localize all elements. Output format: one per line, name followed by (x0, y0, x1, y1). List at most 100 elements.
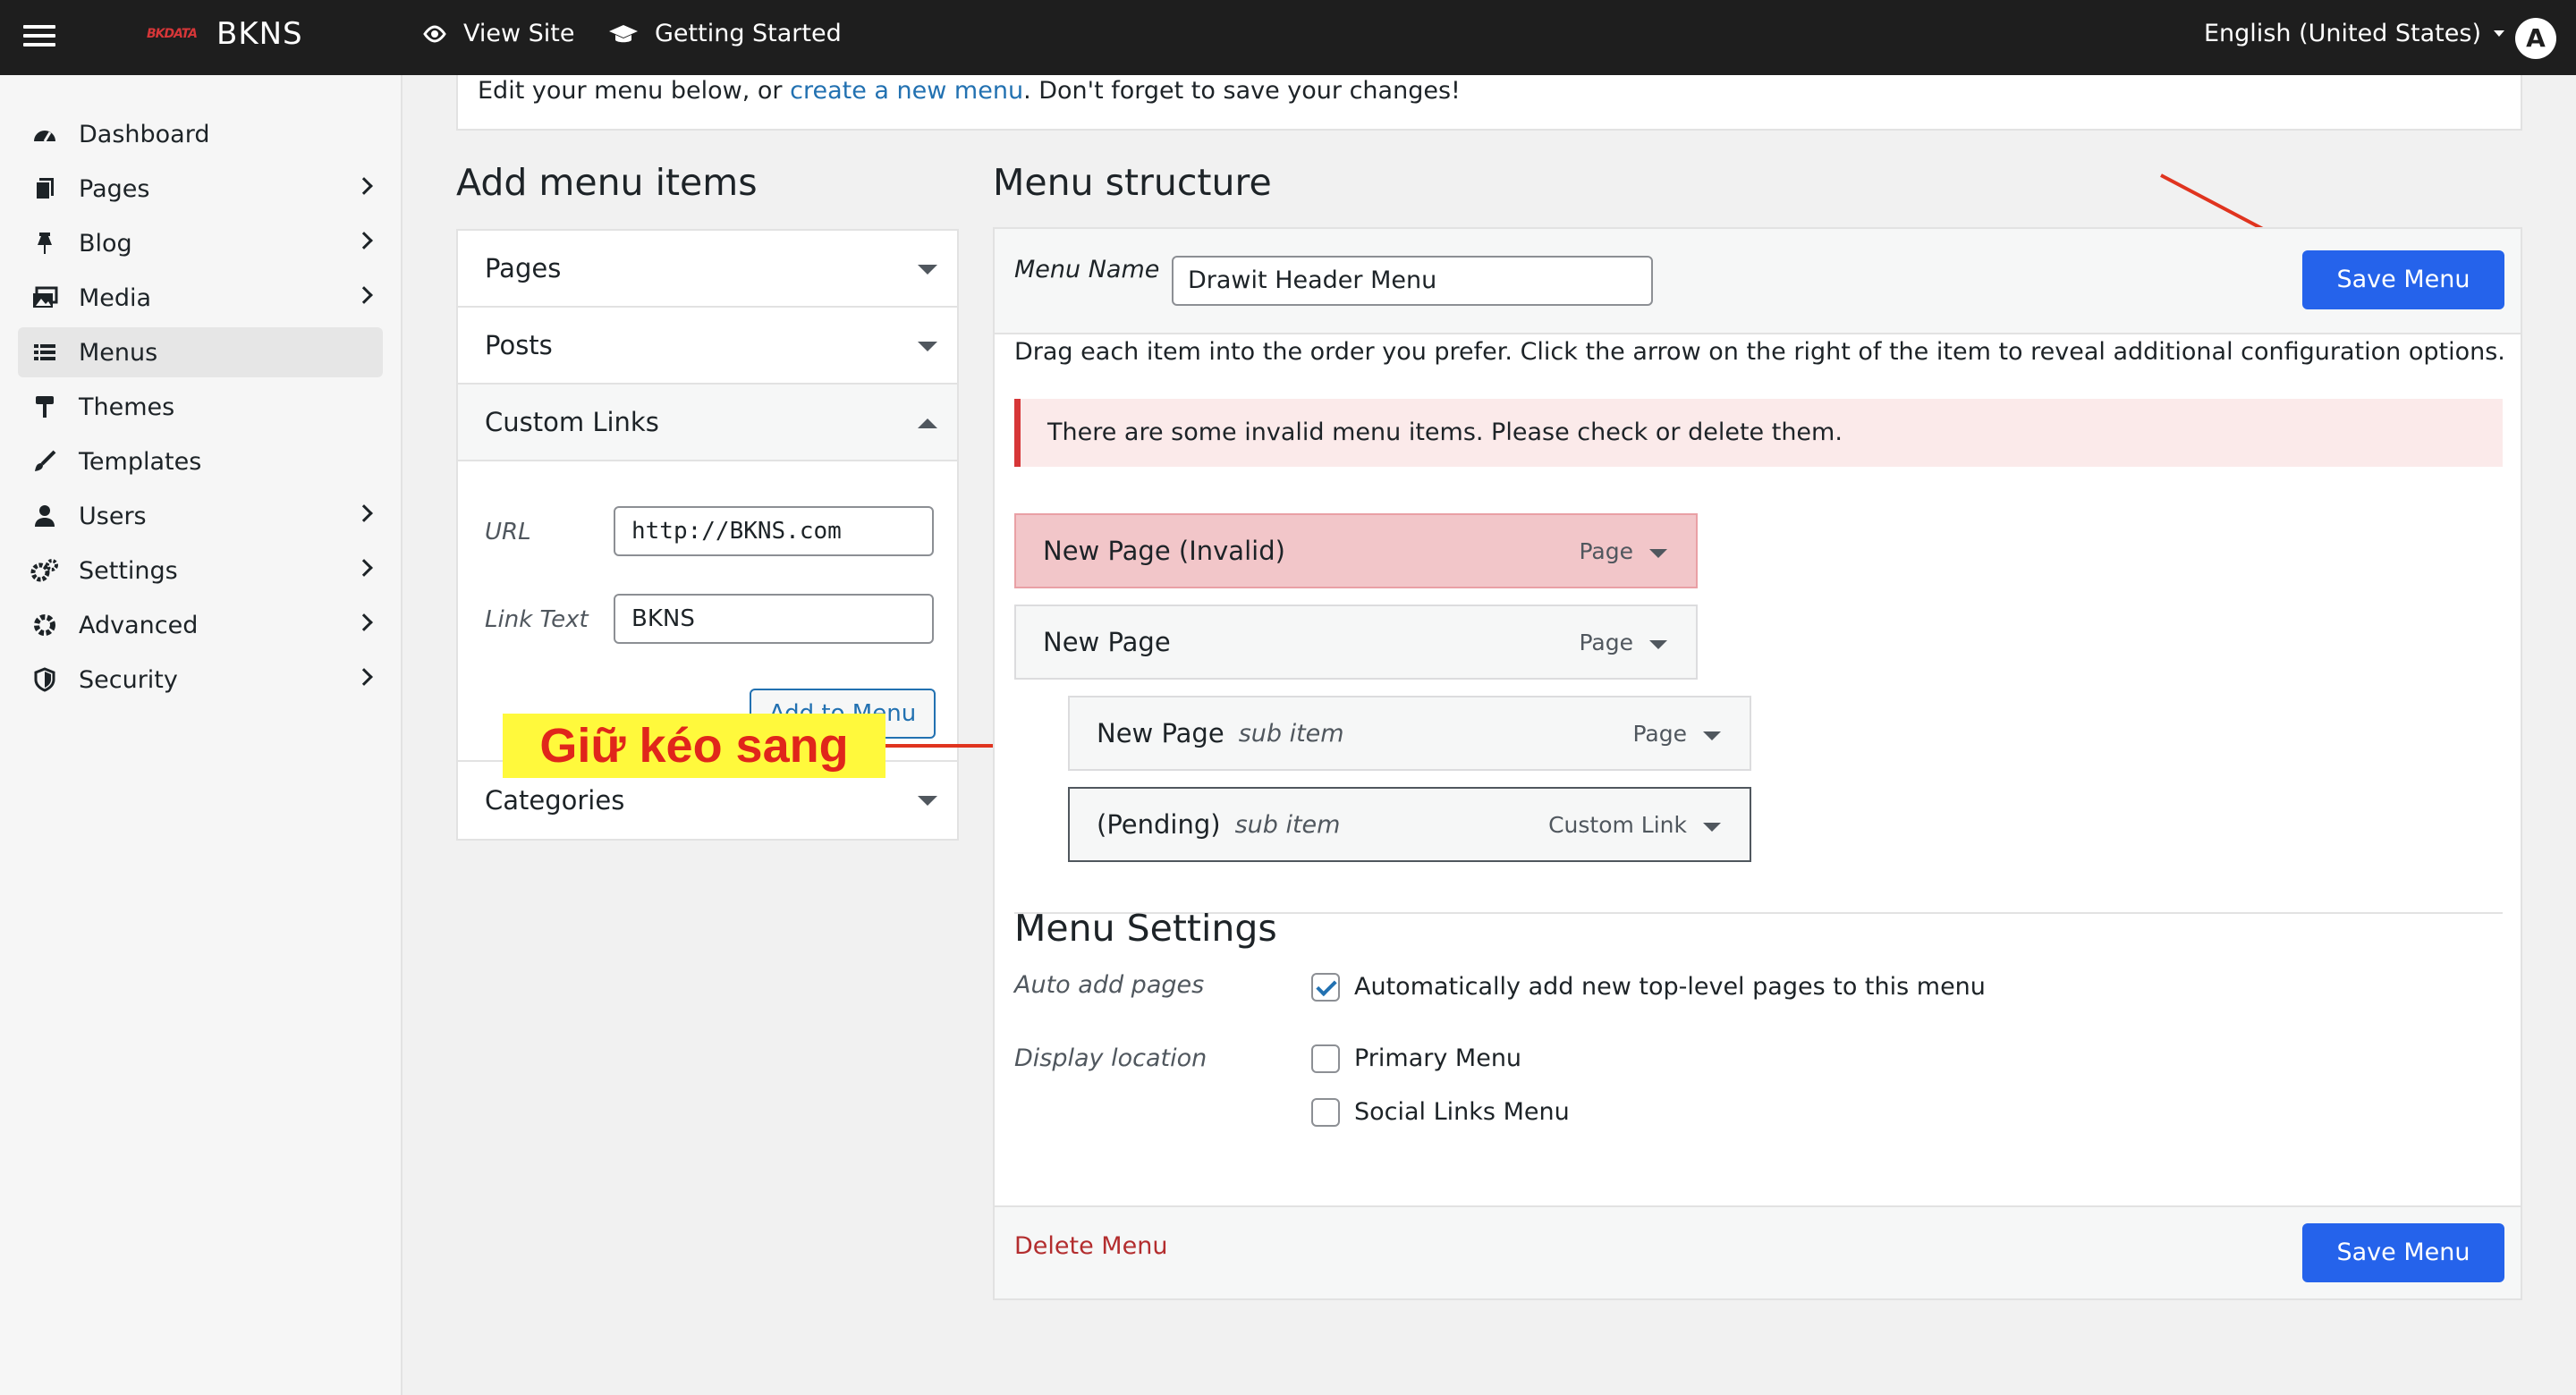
sidebar: Dashboard Pages Blog Media Menus Themes Templa… (0, 75, 402, 1395)
chevron-right-icon (355, 177, 373, 195)
shield-icon (30, 665, 59, 694)
sidebar-item-users[interactable]: Users (18, 491, 383, 541)
media-icon (30, 283, 59, 312)
sidebar-item-templates[interactable]: Templates (18, 436, 383, 486)
triangle-down-icon[interactable] (1649, 549, 1667, 558)
sidebar-item-security[interactable]: Security (18, 655, 383, 705)
menu-structure-panel: Menu Name Drawit Header Menu Save Menu D… (993, 227, 2522, 1300)
auto-add-pages-label: Auto add pages (1014, 971, 1205, 999)
sidebar-item-label: Blog (79, 229, 132, 258)
user-icon (30, 502, 59, 530)
triangle-down-icon (918, 342, 937, 351)
menu-item-type: Page (1579, 629, 1633, 655)
accordion-pages-label: Pages (485, 253, 562, 283)
save-menu-button-bottom[interactable]: Save Menu (2302, 1223, 2504, 1282)
gear-icon (30, 611, 59, 639)
triangle-up-icon (918, 418, 937, 428)
language-selector[interactable]: English (United States) (2204, 20, 2504, 47)
create-new-menu-link[interactable]: create a new menu (790, 77, 1023, 105)
link-text-label: Link Text (485, 606, 589, 633)
triangle-down-icon[interactable] (1703, 823, 1721, 832)
sidebar-item-label: Themes (79, 393, 175, 421)
sidebar-item-label: Advanced (79, 611, 199, 639)
url-label: URL (485, 519, 531, 545)
save-menu-button-top[interactable]: Save Menu (2302, 250, 2504, 309)
pin-icon (30, 229, 59, 258)
sidebar-item-label: Templates (79, 447, 202, 476)
sidebar-item-label: Settings (79, 556, 178, 585)
chevron-right-icon (355, 613, 373, 631)
menu-item-type: Page (1632, 720, 1687, 747)
menu-settings-title: Menu Settings (1014, 907, 1277, 950)
sidebar-item-label: Media (79, 283, 152, 312)
menu-item-sub-label: sub item (1234, 810, 1341, 839)
menu-item[interactable]: New Page Page (1014, 604, 1698, 680)
chevron-right-icon (355, 504, 373, 522)
logo: BKDATA (147, 27, 198, 41)
social-links-menu-option: Social Links Menu (1354, 1098, 1570, 1126)
menu-name-field[interactable]: Drawit Header Menu (1172, 256, 1653, 306)
menu-sub-item[interactable]: New Page sub item Page (1068, 696, 1751, 771)
delete-menu-link[interactable]: Delete Menu (1014, 1232, 1167, 1260)
triangle-down-icon[interactable] (1703, 731, 1721, 740)
notice-prefix: Edit your menu below, or (478, 77, 791, 105)
accordion-posts[interactable]: Posts (458, 308, 957, 385)
sidebar-item-menus[interactable]: Menus (18, 327, 383, 377)
sidebar-item-blog[interactable]: Blog (18, 218, 383, 268)
invalid-items-error: There are some invalid menu items. Pleas… (1014, 399, 2503, 467)
accordion-pages[interactable]: Pages (458, 231, 957, 308)
menu-footer: Delete Menu Save Menu (995, 1205, 2521, 1298)
chevron-right-icon (355, 232, 373, 249)
triangle-down-icon[interactable] (1649, 640, 1667, 649)
dashboard-icon (30, 120, 59, 148)
menu-item-invalid[interactable]: New Page (Invalid) Page (1014, 513, 1698, 588)
sidebar-item-label: Pages (79, 174, 150, 203)
menu-item-type: Page (1579, 537, 1633, 564)
notice-suffix: . Don't forget to save your changes! (1023, 77, 1461, 105)
graduation-cap-icon (608, 23, 639, 45)
accordion-custom-links[interactable]: Custom Links (458, 385, 957, 461)
auto-add-pages-checkbox[interactable] (1311, 973, 1340, 1002)
edit-notice: Edit your menu below, or create a new me… (456, 75, 2522, 131)
sidebar-item-dashboard[interactable]: Dashboard (18, 109, 383, 159)
sidebar-item-pages[interactable]: Pages (18, 164, 383, 214)
chevron-right-icon (355, 559, 373, 577)
triangle-down-icon (918, 796, 937, 806)
primary-menu-checkbox[interactable] (1311, 1044, 1340, 1073)
social-links-menu-checkbox[interactable] (1311, 1098, 1340, 1127)
sidebar-item-label: Users (79, 502, 147, 530)
sidebar-item-label: Dashboard (79, 120, 210, 148)
menu-name-label: Menu Name (1014, 256, 1160, 283)
sidebar-item-label: Security (79, 665, 178, 694)
site-brand[interactable]: BKNS (216, 16, 303, 52)
sidebar-item-advanced[interactable]: Advanced (18, 600, 383, 650)
menu-item-type: Custom Link (1548, 811, 1687, 838)
view-site-link[interactable]: View Site (422, 20, 575, 47)
sidebar-item-label: Menus (79, 338, 158, 367)
link-text-field[interactable]: BKNS (614, 594, 934, 644)
paint-roller-icon (30, 393, 59, 421)
display-location-label: Display location (1014, 1044, 1208, 1072)
chevron-right-icon (355, 286, 373, 304)
accordion-posts-label: Posts (485, 330, 553, 360)
triangle-down-icon (918, 265, 937, 275)
sidebar-item-themes[interactable]: Themes (18, 382, 383, 432)
accordion-categories-label: Categories (485, 785, 625, 816)
top-bar: BKDATA BKNS View Site Getting Started En… (0, 0, 2576, 75)
menu-item-title: New Page (Invalid) (1043, 536, 1285, 566)
sidebar-item-settings[interactable]: Settings (18, 545, 383, 596)
menu-sub-item-pending[interactable]: (Pending) sub item Custom Link (1068, 787, 1751, 862)
sidebar-item-media[interactable]: Media (18, 273, 383, 323)
getting-started-label: Getting Started (655, 20, 842, 47)
menu-name-header: Menu Name Drawit Header Menu Save Menu (995, 229, 2521, 334)
url-field[interactable]: http://BKNS.com (614, 506, 934, 556)
hamburger-menu-icon[interactable] (23, 20, 59, 55)
primary-menu-option: Primary Menu (1354, 1044, 1522, 1072)
eye-icon (422, 24, 447, 43)
getting-started-link[interactable]: Getting Started (608, 20, 842, 47)
menu-structure-description: Drag each item into the order you prefer… (1014, 338, 2505, 366)
menu-item-title: (Pending) (1097, 809, 1221, 840)
accordion-custom-links-label: Custom Links (485, 407, 659, 437)
avatar[interactable]: A (2515, 18, 2556, 59)
menu-structure-title: Menu structure (993, 161, 1272, 204)
